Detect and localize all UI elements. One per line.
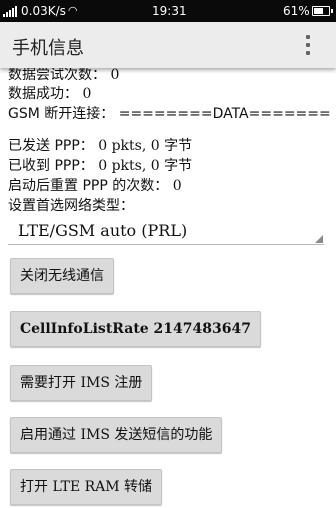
gsm-disconnect-label: GSM 断开连接： bbox=[8, 106, 115, 122]
data-success-value: 0 bbox=[82, 86, 92, 102]
ppp-reset-label: 启动后重置 PPP 的次数： bbox=[8, 178, 169, 194]
network-speed: 0.03K/s bbox=[21, 4, 66, 18]
ppp-reset-row: 启动后重置 PPP 的次数： 0 bbox=[8, 175, 182, 195]
more-vert-icon[interactable] bbox=[300, 33, 316, 57]
network-type-selected: LTE/GSM auto (PRL) bbox=[18, 221, 188, 240]
ppp-sent-value: 0 pkts, 0 字节 bbox=[98, 138, 193, 154]
ims-register-button[interactable]: 需要打开 IMS 注册 bbox=[10, 365, 153, 401]
clock: 19:31 bbox=[152, 4, 187, 18]
gsm-disconnect-row: GSM 断开连接： ========DATA======= bbox=[8, 103, 331, 123]
gsm-disconnect-value: ========DATA======= bbox=[118, 106, 331, 122]
battery-icon bbox=[312, 6, 333, 16]
ppp-sent-row: 已发送 PPP： 0 pkts, 0 字节 bbox=[8, 135, 192, 155]
network-type-label: 设置首选网络类型： bbox=[8, 198, 134, 214]
network-type-select[interactable]: LTE/GSM auto (PRL) bbox=[8, 217, 324, 245]
action-bar: 手机信息 bbox=[0, 22, 336, 68]
phone-info-content[interactable]: 数据尝试次数： 0 数据成功： 0 GSM 断开连接： ========DATA… bbox=[0, 68, 336, 508]
ppp-sent-label: 已发送 PPP： bbox=[8, 138, 94, 154]
cell-info-rate-button[interactable]: CellInfoListRate 2147483647 bbox=[10, 311, 261, 347]
data-success-label: 数据成功： bbox=[8, 86, 78, 102]
ppp-received-label: 已收到 PPP： bbox=[8, 158, 94, 174]
ppp-received-value: 0 pkts, 0 字节 bbox=[98, 158, 193, 174]
status-bar: 0.03K/s ◠ 19:31 61% bbox=[0, 0, 336, 22]
data-attempts-value: 0 bbox=[110, 68, 120, 83]
ims-sms-button[interactable]: 启用通过 IMS 发送短信的功能 bbox=[10, 417, 223, 453]
data-attempts-row: 数据尝试次数： 0 bbox=[8, 68, 119, 84]
ppp-received-row: 已收到 PPP： 0 pkts, 0 字节 bbox=[8, 155, 192, 175]
battery-percent: 61% bbox=[283, 4, 310, 18]
dropdown-triangle-icon bbox=[315, 235, 323, 243]
data-success-row: 数据成功： 0 bbox=[8, 83, 91, 103]
radio-off-button[interactable]: 关闭无线通信 bbox=[10, 258, 114, 294]
lte-ram-dump-button[interactable]: 打开 LTE RAM 转储 bbox=[10, 469, 163, 505]
ppp-reset-value: 0 bbox=[172, 178, 182, 194]
page-title: 手机信息 bbox=[12, 38, 84, 59]
data-attempts-label: 数据尝试次数： bbox=[8, 68, 106, 83]
signal-icon bbox=[3, 6, 17, 17]
wifi-icon: ◠ bbox=[68, 4, 78, 17]
